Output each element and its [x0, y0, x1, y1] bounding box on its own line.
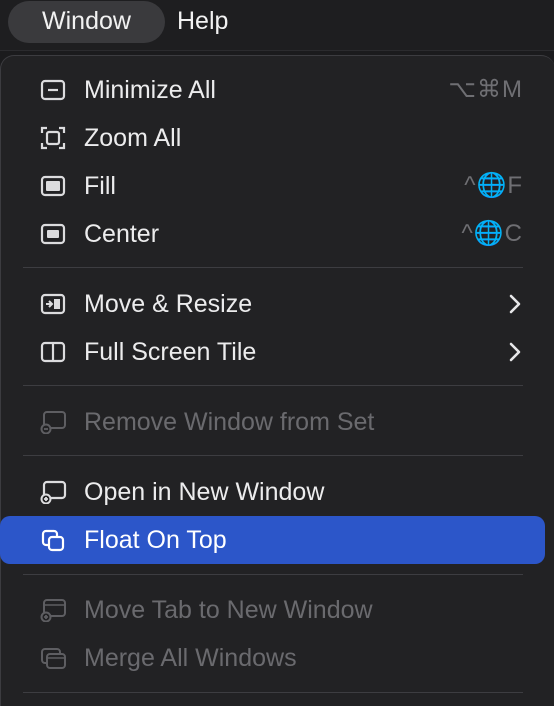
selection-highlight — [0, 516, 545, 564]
menu-item-label: Move Tab to New Window — [84, 596, 373, 624]
menu-item-remove-window-from-set: Remove Window from Set — [1, 398, 554, 446]
menu-item-label: Merge All Windows — [84, 644, 297, 672]
menu-item-fill[interactable]: Fill ^🌐F — [1, 162, 554, 210]
shortcut-label: ^🌐F — [464, 172, 523, 199]
zoom-icon — [38, 123, 68, 153]
menu-item-full-screen-tile[interactable]: Full Screen Tile — [1, 328, 554, 376]
minimize-icon — [38, 75, 68, 105]
move-tab-icon — [38, 595, 68, 625]
open-new-window-icon — [38, 477, 68, 507]
menu-item-label: Full Screen Tile — [84, 338, 257, 366]
center-icon — [38, 219, 68, 249]
chevron-right-icon — [507, 341, 523, 363]
menu-item-center[interactable]: Center ^🌐C — [1, 210, 554, 258]
float-on-top-icon — [38, 525, 68, 555]
menu-item-open-in-new-window[interactable]: Open in New Window — [1, 468, 554, 516]
menu-item-merge-all-windows: Merge All Windows — [1, 634, 554, 682]
menu-item-zoom-all[interactable]: Zoom All — [1, 114, 554, 162]
remove-window-icon — [38, 407, 68, 437]
move-resize-icon — [38, 289, 68, 319]
merge-windows-icon — [38, 643, 68, 673]
menu-item-label: Float On Top — [84, 526, 227, 554]
menu-item-minimize-all[interactable]: Minimize All ⌥⌘M — [1, 66, 554, 114]
separator — [23, 385, 523, 386]
menu-item-label: Center — [84, 220, 160, 248]
menu-item-move-resize[interactable]: Move & Resize — [1, 280, 554, 328]
window-menu-dropdown: Minimize All ⌥⌘M Zoom All Fill ^🌐F Cente… — [0, 55, 554, 706]
menu-item-float-on-top[interactable]: Float On Top — [0, 516, 554, 564]
separator — [23, 574, 523, 575]
menu-bar: Window Help — [0, 0, 554, 51]
separator — [23, 267, 523, 268]
fill-icon — [38, 171, 68, 201]
menu-item-move-tab-to-new-window: Move Tab to New Window — [1, 586, 554, 634]
chevron-right-icon — [507, 293, 523, 315]
separator — [23, 692, 523, 693]
menu-bar-window[interactable]: Window — [8, 1, 165, 43]
separator — [23, 455, 523, 456]
menu-item-label: Remove Window from Set — [84, 408, 375, 436]
menu-item-label: Fill — [84, 172, 116, 200]
menu-item-label: Move & Resize — [84, 290, 253, 318]
menu-bar-help[interactable]: Help — [177, 1, 228, 43]
shortcut-label: ^🌐C — [461, 220, 523, 247]
menu-item-label: Open in New Window — [84, 478, 325, 506]
menu-item-label: Minimize All — [84, 76, 216, 104]
shortcut-label: ⌥⌘M — [448, 76, 523, 103]
full-screen-tile-icon — [38, 337, 68, 367]
menu-item-label: Zoom All — [84, 124, 182, 152]
